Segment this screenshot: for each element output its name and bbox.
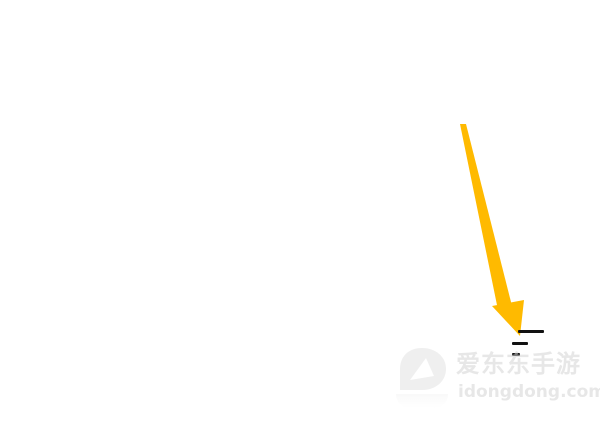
watermark-site: idongdong.com: [458, 382, 600, 402]
arrow-shaft: [460, 124, 512, 310]
menu-line-top: [518, 330, 544, 333]
watermark-title: 爱东东手游: [456, 350, 581, 378]
watermark: 爱东东手游 idongdong.com: [396, 344, 600, 409]
watermark-logo-reflection: [396, 394, 448, 408]
screen: 爱东东手游 idongdong.com: [0, 0, 600, 429]
watermark-logo-icon: [400, 348, 446, 390]
